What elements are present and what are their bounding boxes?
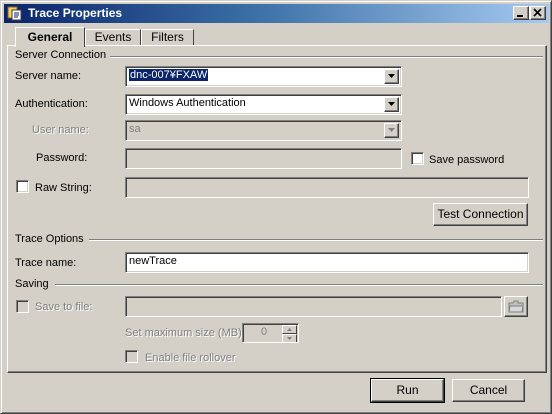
- server-name-label: Server name:: [15, 70, 82, 82]
- folder-icon: [508, 300, 524, 313]
- chevron-down-icon: [388, 128, 395, 132]
- minimize-button[interactable]: [513, 6, 529, 20]
- user-name-label: User name:: [32, 124, 89, 136]
- server-name-value: dnc-007¥FXAW: [129, 69, 209, 81]
- trace-options-heading: Trace Options: [15, 233, 88, 246]
- cancel-button[interactable]: Cancel: [452, 379, 525, 402]
- tab-events[interactable]: Events: [85, 29, 141, 46]
- trace-app-icon: [7, 6, 22, 21]
- chevron-down-icon: [388, 102, 395, 106]
- browse-folder-button[interactable]: [504, 296, 528, 317]
- trace-properties-window: Trace Properties General Events Filters …: [0, 0, 552, 414]
- save-password-checkbox[interactable]: [411, 152, 424, 165]
- chevron-up-icon: [287, 328, 292, 331]
- tab-general[interactable]: General: [15, 27, 85, 47]
- max-size-value: 0: [260, 326, 268, 338]
- max-size-label: Set maximum size (MB): [125, 327, 242, 339]
- chevron-down-icon: [388, 74, 395, 78]
- chevron-down-icon: [287, 337, 292, 340]
- save-to-file-label: Save to file:: [35, 301, 93, 313]
- save-to-file-path-field[interactable]: [125, 296, 502, 317]
- save-to-file-checkbox[interactable]: [16, 300, 29, 313]
- password-field[interactable]: [125, 148, 402, 169]
- tab-filters[interactable]: Filters: [141, 29, 194, 46]
- authentication-value: Windows Authentication: [129, 97, 246, 109]
- spin-up-button[interactable]: [282, 325, 297, 334]
- password-label: Password:: [36, 152, 88, 164]
- user-name-value: sa: [129, 123, 141, 135]
- authentication-dropdown-button[interactable]: [384, 97, 399, 112]
- minimize-icon: [517, 15, 523, 17]
- close-icon: [533, 8, 542, 17]
- trace-name-input[interactable]: newTrace: [125, 252, 529, 273]
- test-connection-button[interactable]: Test Connection: [433, 203, 528, 226]
- file-rollover-checkbox[interactable]: [125, 350, 138, 363]
- raw-string-field[interactable]: [125, 177, 529, 198]
- user-name-dropdown-button[interactable]: [384, 123, 399, 138]
- run-button[interactable]: Run: [370, 378, 445, 403]
- user-name-combobox[interactable]: sa: [125, 120, 402, 141]
- file-rollover-label: Enable file rollover: [145, 352, 236, 364]
- server-connection-divider: [109, 56, 543, 58]
- saving-divider: [55, 284, 543, 286]
- window-title: Trace Properties: [28, 6, 123, 20]
- save-password-label: Save password: [429, 154, 505, 166]
- authentication-select[interactable]: Windows Authentication: [125, 94, 402, 115]
- server-connection-heading: Server Connection: [15, 49, 111, 62]
- trace-options-divider: [89, 239, 543, 241]
- authentication-label: Authentication:: [15, 98, 88, 110]
- raw-string-checkbox[interactable]: [16, 180, 29, 193]
- spin-down-button[interactable]: [282, 334, 297, 342]
- trace-name-label: Trace name:: [15, 257, 77, 269]
- server-name-combobox[interactable]: dnc-007¥FXAW: [125, 66, 402, 87]
- server-name-dropdown-button[interactable]: [384, 69, 399, 84]
- max-size-spinner[interactable]: 0: [242, 323, 299, 343]
- title-bar[interactable]: Trace Properties: [4, 4, 549, 23]
- raw-string-label: Raw String:: [35, 182, 92, 194]
- saving-heading: Saving: [15, 278, 53, 291]
- close-button[interactable]: [530, 6, 546, 20]
